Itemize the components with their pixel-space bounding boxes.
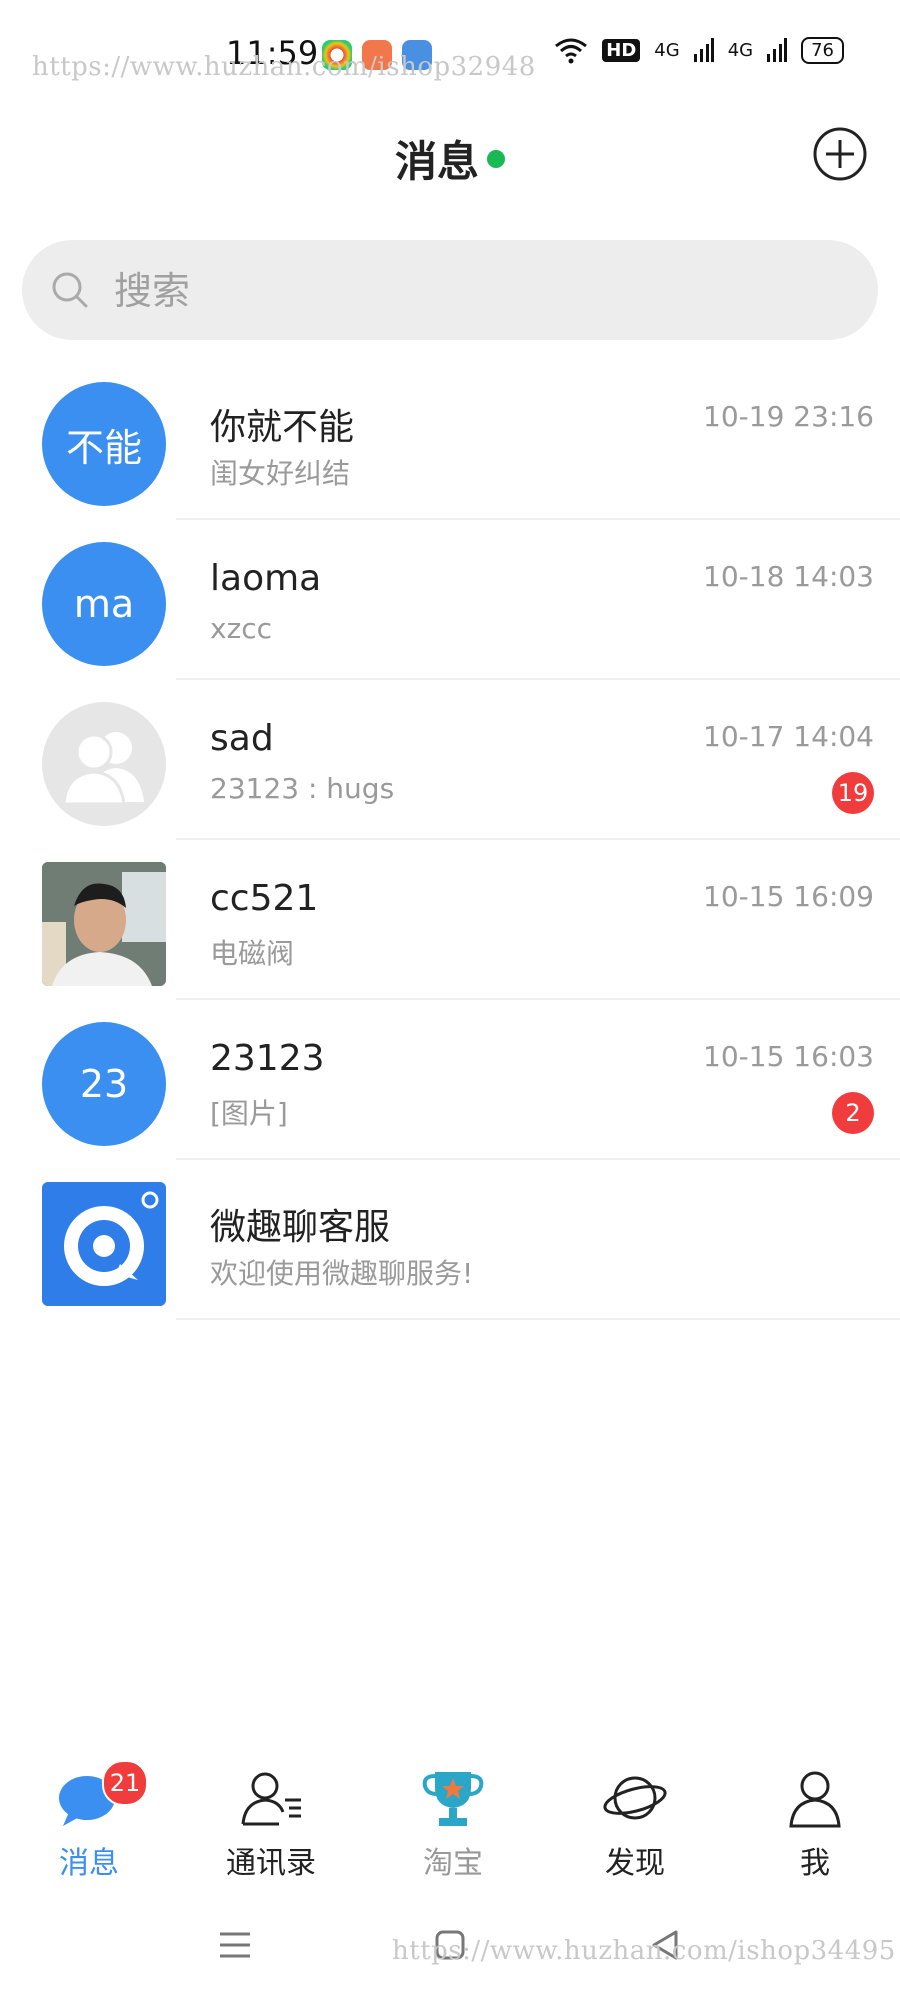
row-divider bbox=[176, 1318, 900, 1320]
bottom-tab-bar: 21 消息 通讯录 淘宝 发现 我 bbox=[0, 1740, 900, 1881]
person-photo bbox=[42, 862, 166, 986]
conversation-name: laoma bbox=[210, 558, 322, 599]
planet-icon bbox=[603, 1776, 667, 1820]
conversation-row[interactable]: 微趣聊客服 欢迎使用微趣聊服务! bbox=[0, 1160, 900, 1320]
conversation-time: 10-17 14:04 bbox=[703, 720, 874, 753]
tab-label: 淘宝 bbox=[423, 1846, 483, 1881]
tab-unread-badge: 21 bbox=[102, 1760, 148, 1806]
conversation-row[interactable]: 23 23123 [图片] 10-15 16:03 2 bbox=[0, 1000, 900, 1160]
unread-badge: 19 bbox=[832, 772, 874, 814]
conversation-time: 10-15 16:03 bbox=[703, 1040, 874, 1073]
signal-bars-icon-2 bbox=[767, 38, 788, 62]
signal-4g-2: 4G bbox=[727, 39, 754, 61]
hd-indicator: HD bbox=[602, 38, 641, 62]
avatar-text: 不能 bbox=[65, 425, 142, 470]
trophy-icon bbox=[422, 1772, 484, 1826]
tab-label: 消息 bbox=[59, 1846, 119, 1881]
watermark-bottom: https://www.huzhan.com/ishop34495 bbox=[392, 1936, 896, 1966]
tab-me[interactable]: 我 bbox=[740, 1740, 890, 1881]
conversation-row[interactable]: sad 23123 : hugs 10-17 14:04 19 bbox=[0, 680, 900, 840]
conversation-row[interactable]: ma laoma xzcc 10-18 14:03 bbox=[0, 520, 900, 680]
photo-avatar bbox=[42, 862, 166, 986]
conversation-preview: [图片] bbox=[210, 1097, 288, 1130]
avatar: 23 bbox=[42, 1022, 166, 1146]
tab-contacts[interactable]: 通讯录 bbox=[196, 1740, 346, 1881]
tab-label: 通讯录 bbox=[226, 1846, 316, 1881]
conversation-time: 10-15 16:09 bbox=[703, 880, 874, 913]
add-button[interactable] bbox=[812, 126, 868, 182]
search-bar[interactable] bbox=[22, 240, 878, 340]
page-title: 消息 bbox=[394, 137, 479, 186]
conversation-row[interactable]: 不能 你就不能 闺女好纠结 10-19 23:16 bbox=[0, 360, 900, 520]
search-input[interactable] bbox=[112, 258, 816, 324]
menu-icon[interactable] bbox=[210, 1920, 260, 1970]
conversation-preview: 电磁阀 bbox=[210, 937, 295, 970]
conversation-preview: 23123 : hugs bbox=[210, 772, 395, 805]
conversation-name: 23123 bbox=[210, 1038, 325, 1079]
chat-logo-icon bbox=[64, 1191, 159, 1286]
tab-label: 发现 bbox=[605, 1846, 665, 1881]
signal-4g-1: 4G bbox=[654, 39, 680, 61]
contacts-icon bbox=[241, 1772, 301, 1826]
conversation-preview: 欢迎使用微趣聊服务! bbox=[210, 1257, 474, 1290]
service-avatar bbox=[42, 1182, 166, 1306]
watermark-top: https://www.huzhan.com/ishop32948 bbox=[32, 52, 536, 82]
conversation-preview: 闺女好纠结 bbox=[210, 457, 351, 490]
group-icon bbox=[62, 732, 144, 804]
tab-discover[interactable]: 发现 bbox=[560, 1740, 710, 1881]
avatar: ma bbox=[42, 542, 166, 666]
status-indicators: HD 4G 4G 76 bbox=[554, 36, 844, 64]
tab-taobao[interactable]: 淘宝 bbox=[378, 1740, 528, 1881]
person-icon bbox=[789, 1771, 841, 1828]
avatar-text: ma bbox=[73, 582, 135, 626]
online-status-dot bbox=[487, 150, 505, 168]
unread-badge: 2 bbox=[832, 1092, 874, 1134]
conversation-preview: xzcc bbox=[210, 612, 273, 645]
conversation-name: 微趣聊客服 bbox=[210, 1207, 391, 1248]
wifi-icon bbox=[555, 38, 588, 64]
signal-bars-icon bbox=[693, 38, 714, 62]
conversation-name: 你就不能 bbox=[210, 407, 355, 448]
conversation-name: cc521 bbox=[210, 878, 319, 919]
battery-icon: 76 bbox=[801, 36, 844, 64]
header: 消息 bbox=[0, 120, 900, 200]
avatar: 不能 bbox=[42, 382, 166, 506]
tab-messages[interactable]: 21 消息 bbox=[14, 1740, 164, 1881]
search-icon bbox=[52, 272, 88, 308]
conversation-time: 10-19 23:16 bbox=[703, 400, 874, 433]
tab-label: 我 bbox=[800, 1846, 830, 1881]
conversation-row[interactable]: cc521 电磁阀 10-15 16:09 bbox=[0, 840, 900, 1000]
group-avatar bbox=[42, 702, 166, 826]
conversation-name: sad bbox=[210, 718, 274, 759]
conversation-list: 不能 你就不能 闺女好纠结 10-19 23:16 ma laoma xzcc … bbox=[0, 360, 900, 1320]
conversation-time: 10-18 14:03 bbox=[703, 560, 874, 593]
avatar-text: 23 bbox=[79, 1062, 129, 1106]
